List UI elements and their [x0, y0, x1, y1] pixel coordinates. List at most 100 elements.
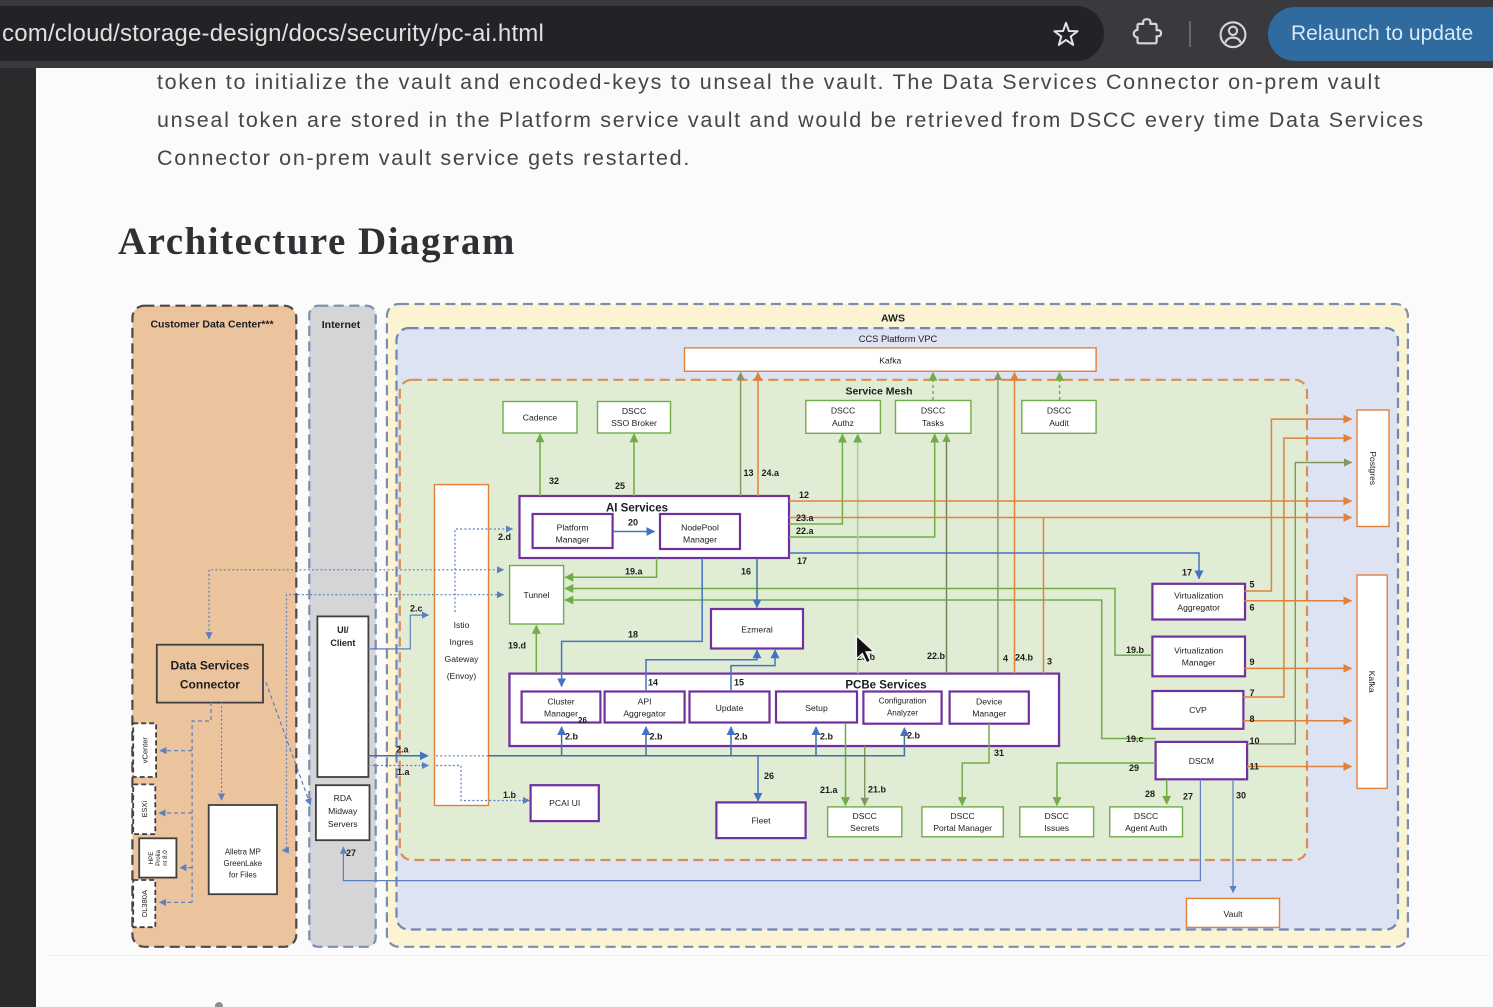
svg-text:Issues: Issues	[1044, 823, 1069, 833]
svg-text:22.a: 22.a	[796, 526, 815, 536]
svg-text:25: 25	[615, 481, 625, 491]
svg-text:11: 11	[1250, 762, 1260, 772]
svg-text:Kafka: Kafka	[879, 356, 901, 366]
svg-text:24.a: 24.a	[762, 468, 781, 478]
svg-text:Connector: Connector	[180, 678, 240, 692]
svg-text:Vault: Vault	[1224, 909, 1244, 919]
svg-text:DSCC: DSCC	[831, 406, 855, 416]
svg-text:3: 3	[1047, 657, 1052, 667]
svg-text:5: 5	[1250, 580, 1255, 590]
svg-text:Fleet: Fleet	[751, 816, 771, 826]
svg-text:18: 18	[628, 630, 638, 640]
svg-text:DSCC: DSCC	[1134, 811, 1158, 821]
svg-text:Configuration: Configuration	[879, 697, 927, 706]
svg-text:9: 9	[1250, 657, 1255, 667]
svg-text:AI Services: AI Services	[606, 503, 668, 515]
svg-text:Manager: Manager	[544, 709, 578, 719]
svg-text:2.b: 2.b	[907, 731, 921, 741]
svg-text:Data Services: Data Services	[171, 659, 250, 673]
svg-text:13: 13	[744, 468, 754, 478]
svg-text:PCBe Services: PCBe Services	[845, 680, 926, 692]
svg-text:15: 15	[734, 678, 744, 688]
svg-text:26: 26	[578, 716, 587, 725]
svg-text:nt 8.0: nt 8.0	[162, 850, 169, 866]
svg-text:2.b: 2.b	[735, 732, 749, 742]
svg-text:23.a: 23.a	[796, 513, 815, 523]
svg-text:Secrets: Secrets	[850, 823, 879, 833]
svg-text:Manager: Manager	[972, 709, 1006, 719]
svg-text:27: 27	[346, 848, 356, 858]
svg-text:PCAI UI: PCAI UI	[549, 798, 580, 808]
svg-text:CVP: CVP	[1189, 705, 1207, 715]
svg-text:Aggregator: Aggregator	[623, 709, 666, 719]
svg-text:for Files: for Files	[229, 871, 257, 880]
svg-text:19.c: 19.c	[1126, 734, 1144, 744]
svg-text:7: 7	[1250, 688, 1255, 698]
svg-text:31: 31	[994, 748, 1004, 758]
svg-text:Cadence: Cadence	[523, 413, 558, 423]
svg-text:32: 32	[549, 476, 559, 486]
svg-text:20: 20	[628, 518, 638, 528]
svg-text:Client: Client	[330, 638, 355, 648]
svg-text:Internet: Internet	[322, 319, 361, 331]
svg-text:Customer Data Center***: Customer Data Center***	[150, 319, 274, 331]
svg-text:Virtualization: Virtualization	[1174, 591, 1223, 601]
svg-text:NodePool: NodePool	[681, 523, 719, 533]
svg-text:14: 14	[648, 678, 658, 688]
svg-text:Prolia: Prolia	[155, 850, 162, 866]
svg-text:Audit: Audit	[1049, 418, 1069, 428]
svg-text:16: 16	[741, 567, 751, 577]
svg-text:Analyzer: Analyzer	[887, 709, 918, 718]
svg-text:Ingres: Ingres	[450, 637, 474, 647]
svg-text:Tunnel: Tunnel	[524, 590, 550, 600]
svg-text:Tasks: Tasks	[922, 418, 944, 428]
svg-text:Cluster: Cluster	[547, 697, 574, 707]
svg-text:1.b: 1.b	[503, 790, 517, 800]
svg-text:DSCC: DSCC	[950, 811, 974, 821]
svg-text:Alletra MP: Alletra MP	[225, 848, 261, 857]
svg-text:DSCC: DSCC	[1047, 406, 1071, 416]
svg-text:API: API	[638, 697, 652, 707]
svg-text:Istio: Istio	[454, 620, 470, 630]
svg-text:19.a: 19.a	[625, 567, 644, 577]
svg-text:2.a: 2.a	[396, 745, 410, 755]
svg-text:4: 4	[1003, 654, 1008, 664]
svg-text:Postgres: Postgres	[1368, 451, 1378, 485]
svg-text:CCS Platform VPC: CCS Platform VPC	[859, 334, 938, 344]
svg-text:(Envoy): (Envoy)	[447, 671, 477, 681]
svg-text:17: 17	[1182, 568, 1192, 578]
svg-text:21.a: 21.a	[820, 785, 839, 795]
svg-text:Agent Auth: Agent Auth	[1125, 823, 1167, 833]
svg-text:1.a: 1.a	[397, 767, 411, 777]
svg-text:12: 12	[799, 490, 809, 500]
svg-text:28: 28	[1145, 789, 1155, 799]
svg-text:Manager: Manager	[683, 535, 717, 545]
svg-text:Manager: Manager	[556, 535, 590, 545]
svg-text:Virtualization: Virtualization	[1174, 646, 1223, 656]
svg-text:2.d: 2.d	[498, 532, 511, 542]
svg-text:GreenLake: GreenLake	[224, 859, 263, 868]
svg-text:Authz: Authz	[832, 418, 854, 428]
svg-text:AWS: AWS	[881, 313, 905, 325]
svg-text:2.b: 2.b	[565, 732, 579, 742]
svg-text:DSCC: DSCC	[1045, 811, 1069, 821]
svg-text:DSCC: DSCC	[921, 406, 945, 416]
svg-text:27: 27	[1183, 792, 1193, 802]
svg-text:Setup: Setup	[805, 703, 828, 713]
svg-text:Ezmeral: Ezmeral	[741, 625, 773, 635]
svg-text:6: 6	[1250, 603, 1255, 613]
svg-text:HPE: HPE	[148, 852, 155, 865]
svg-text:Aggregator: Aggregator	[1177, 603, 1220, 613]
svg-text:DSCC: DSCC	[853, 811, 877, 821]
svg-text:2.c: 2.c	[410, 604, 423, 614]
svg-text:2.b: 2.b	[820, 732, 834, 742]
svg-text:21.b: 21.b	[868, 785, 887, 795]
svg-text:Servers: Servers	[328, 819, 358, 829]
svg-text:22.b: 22.b	[927, 651, 946, 661]
svg-text:ESXi: ESXi	[140, 801, 149, 818]
svg-text:24.b: 24.b	[1015, 653, 1034, 663]
svg-text:SSO Broker: SSO Broker	[611, 418, 657, 428]
svg-text:29: 29	[1129, 763, 1139, 773]
svg-text:Midway: Midway	[328, 806, 358, 816]
svg-text:Manager: Manager	[1182, 658, 1216, 668]
